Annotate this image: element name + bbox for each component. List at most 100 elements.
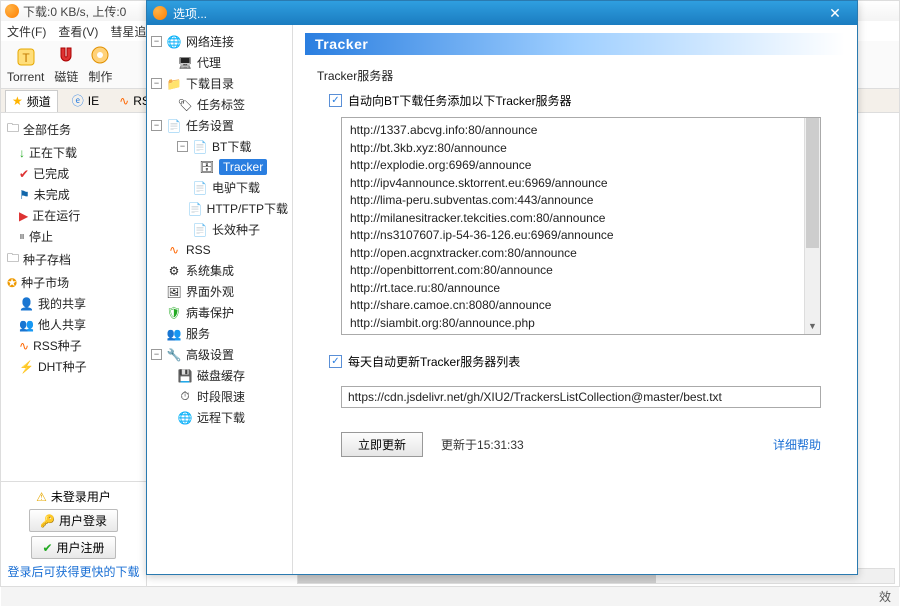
listbox-scrollbar[interactable]: ▲ ▼ <box>804 118 820 334</box>
update-url-input[interactable]: https://cdn.jsdelivr.net/gh/XIU2/Tracker… <box>341 386 821 408</box>
tree-stopped[interactable]: ⏸停止 <box>3 226 144 247</box>
dialog-titlebar[interactable]: 选项... ✕ <box>147 1 857 25</box>
tracker-list-item[interactable]: http://ns3107607.ip-54-36-126.eu:6969/an… <box>350 227 812 245</box>
shield-icon: 🛡 <box>166 305 182 321</box>
update-now-button[interactable]: 立即更新 <box>341 432 423 457</box>
tree-my-share[interactable]: 👤我的共享 <box>3 293 144 314</box>
checkbox-auto-add-label: 自动向BT下载任务添加以下Tracker服务器 <box>348 92 572 109</box>
tree-time-speed[interactable]: ⏱时段限速 <box>149 386 290 407</box>
login-hint-link[interactable]: 登录后可获得更快的下载 <box>7 563 139 580</box>
app-icon <box>5 4 19 18</box>
bt-icon: 📄 <box>192 139 208 155</box>
tracker-list-item[interactable]: http://ipv4announce.sktorrent.eu:6969/an… <box>350 175 812 193</box>
down-arrow-icon: ↓ <box>19 146 25 160</box>
tracker-list-item[interactable]: http://siambit.org:80/announce.php <box>350 315 812 333</box>
tracker-list-item[interactable]: http://rt.tace.ru:80/announce <box>350 280 812 298</box>
http-icon: 📄 <box>188 201 203 217</box>
tree-incomplete[interactable]: ⚑未完成 <box>3 184 144 205</box>
tree-rss[interactable]: ∿RSS <box>149 240 290 260</box>
tracker-list-item[interactable]: http://open.acgnxtracker.com:80/announce <box>350 245 812 263</box>
checkbox-auto-add[interactable]: ✓ <box>329 94 342 107</box>
menu-comet[interactable]: 彗星追 <box>110 23 146 40</box>
tree-tracker[interactable]: 🗄Tracker <box>149 157 290 177</box>
tree-appearance[interactable]: 🖼界面外观 <box>149 281 290 302</box>
checkbox-auto-add-row[interactable]: ✓ 自动向BT下载任务添加以下Tracker服务器 <box>329 92 845 109</box>
update-status-text: 更新于15:31:33 <box>441 436 524 453</box>
tag-icon: 🏷 <box>177 97 193 113</box>
login-box: ⚠未登录用户 🔑用户登录 ✔用户注册 登录后可获得更快的下载 <box>1 481 146 586</box>
login-button[interactable]: 🔑用户登录 <box>29 509 118 532</box>
tree-downloading[interactable]: ↓正在下载 <box>3 142 144 163</box>
svg-text:T: T <box>22 51 30 65</box>
tree-emule[interactable]: 📄电驴下载 <box>149 177 290 198</box>
section-label: Tracker服务器 <box>317 67 845 84</box>
tree-longseed[interactable]: 📄长效种子 <box>149 219 290 240</box>
tab-ie[interactable]: ⓔIE <box>66 90 105 111</box>
options-tree[interactable]: −🌐网络连接 🖥代理 −📁下载目录 🏷任务标签 −📄任务设置 −📄BT下载 🗄T… <box>147 25 293 574</box>
collapse-icon[interactable]: − <box>151 349 162 360</box>
folder-icon: 🗀 <box>7 119 19 140</box>
toolbar-make[interactable]: 制作 <box>88 44 112 85</box>
rss-icon: ∿ <box>19 339 29 353</box>
tracker-listbox[interactable]: http://1337.abcvg.info:80/announcehttp:/… <box>341 117 821 335</box>
tree-completed[interactable]: ✔已完成 <box>3 163 144 184</box>
help-link[interactable]: 详细帮助 <box>773 436 821 453</box>
tree-dht-seed[interactable]: ⚡DHT种子 <box>3 356 144 377</box>
tree-proxy[interactable]: 🖥代理 <box>149 52 290 73</box>
warning-icon: ⚠ <box>36 490 47 504</box>
tree-advanced[interactable]: −🔧高级设置 <box>149 344 290 365</box>
tracker-list-item[interactable]: http://openbittorrent.com:80/announce <box>350 262 812 280</box>
tree-remote[interactable]: 🌐远程下载 <box>149 407 290 428</box>
tree-service[interactable]: 👥服务 <box>149 323 290 344</box>
tree-virus[interactable]: 🛡病毒保护 <box>149 302 290 323</box>
checkbox-auto-update[interactable]: ✓ <box>329 355 342 368</box>
tree-market[interactable]: ✪种子市场 <box>3 272 144 293</box>
tracker-list-item[interactable]: http://milanesitracker.tekcities.com:80/… <box>350 210 812 228</box>
tree-disk-cache[interactable]: 💾磁盘缓存 <box>149 365 290 386</box>
tracker-list-item[interactable]: http://1337.abcvg.info:80/announce <box>350 122 812 140</box>
checkbox-auto-update-row[interactable]: ✓ 每天自动更新Tracker服务器列表 <box>329 353 845 370</box>
tree-network[interactable]: −🌐网络连接 <box>149 31 290 52</box>
advanced-icon: 🔧 <box>166 347 182 363</box>
tracker-list-item[interactable]: http://share.camoe.cn:8080/announce <box>350 297 812 315</box>
tree-all-tasks[interactable]: 🗀全部任务 <box>3 117 144 142</box>
tree-sys-integration[interactable]: ⚙系统集成 <box>149 260 290 281</box>
tracker-list-item[interactable]: http://bt.3kb.xyz:80/announce <box>350 140 812 158</box>
collapse-icon[interactable]: − <box>151 120 162 131</box>
tree-task-setting[interactable]: −📄任务设置 <box>149 115 290 136</box>
scroll-down-icon[interactable]: ▼ <box>805 318 820 334</box>
tree-download-dir[interactable]: −📁下载目录 <box>149 73 290 94</box>
tab-channel[interactable]: ★频道 <box>5 90 58 112</box>
menu-file[interactable]: 文件(F) <box>7 23 46 40</box>
dialog-title-text: 选项... <box>173 5 813 22</box>
register-button[interactable]: ✔用户注册 <box>31 536 115 559</box>
ie-icon: ⓔ <box>72 92 84 109</box>
task-tree[interactable]: 🗀全部任务 ↓正在下载 ✔已完成 ⚑未完成 ▶正在运行 ⏸停止 🗀种子存档 ✪种… <box>1 113 146 481</box>
collapse-icon[interactable]: − <box>177 141 188 152</box>
collapse-icon[interactable]: − <box>151 78 162 89</box>
tree-task-tag[interactable]: 🏷任务标签 <box>149 94 290 115</box>
collapse-icon[interactable]: − <box>151 36 162 47</box>
not-logged-label: ⚠未登录用户 <box>36 488 111 505</box>
titlebar-text: 下载:0 KB/s, 上传:0 <box>23 3 126 20</box>
clock-icon: ⏱ <box>177 389 193 405</box>
toolbar-magnet[interactable]: 磁链 <box>54 44 78 85</box>
tree-httpftp[interactable]: 📄HTTP/FTP下载 <box>149 198 290 219</box>
menu-view[interactable]: 查看(V) <box>58 23 98 40</box>
appearance-icon: 🖼 <box>166 284 182 300</box>
scrollbar-thumb[interactable] <box>806 118 819 248</box>
main-statusbar: 效 <box>1 586 899 606</box>
dialog-close-button[interactable]: ✕ <box>819 5 851 22</box>
tree-running[interactable]: ▶正在运行 <box>3 205 144 226</box>
toolbar-torrent[interactable]: T Torrent <box>7 46 44 84</box>
tree-archive[interactable]: 🗀种子存档 <box>3 247 144 272</box>
tree-other-share[interactable]: 👥他人共享 <box>3 314 144 335</box>
tree-rss-seed[interactable]: ∿RSS种子 <box>3 335 144 356</box>
tree-bt-download[interactable]: −📄BT下载 <box>149 136 290 157</box>
tracker-list-item[interactable]: http://lima-peru.subventas.com:443/annou… <box>350 192 812 210</box>
tracker-list-content[interactable]: http://1337.abcvg.info:80/announcehttp:/… <box>342 118 820 334</box>
market-icon: ✪ <box>7 276 17 290</box>
options-dialog: 选项... ✕ −🌐网络连接 🖥代理 −📁下载目录 🏷任务标签 −📄任务设置 −… <box>146 0 858 575</box>
folder-icon: 📁 <box>166 76 182 92</box>
tracker-list-item[interactable]: http://explodie.org:6969/announce <box>350 157 812 175</box>
